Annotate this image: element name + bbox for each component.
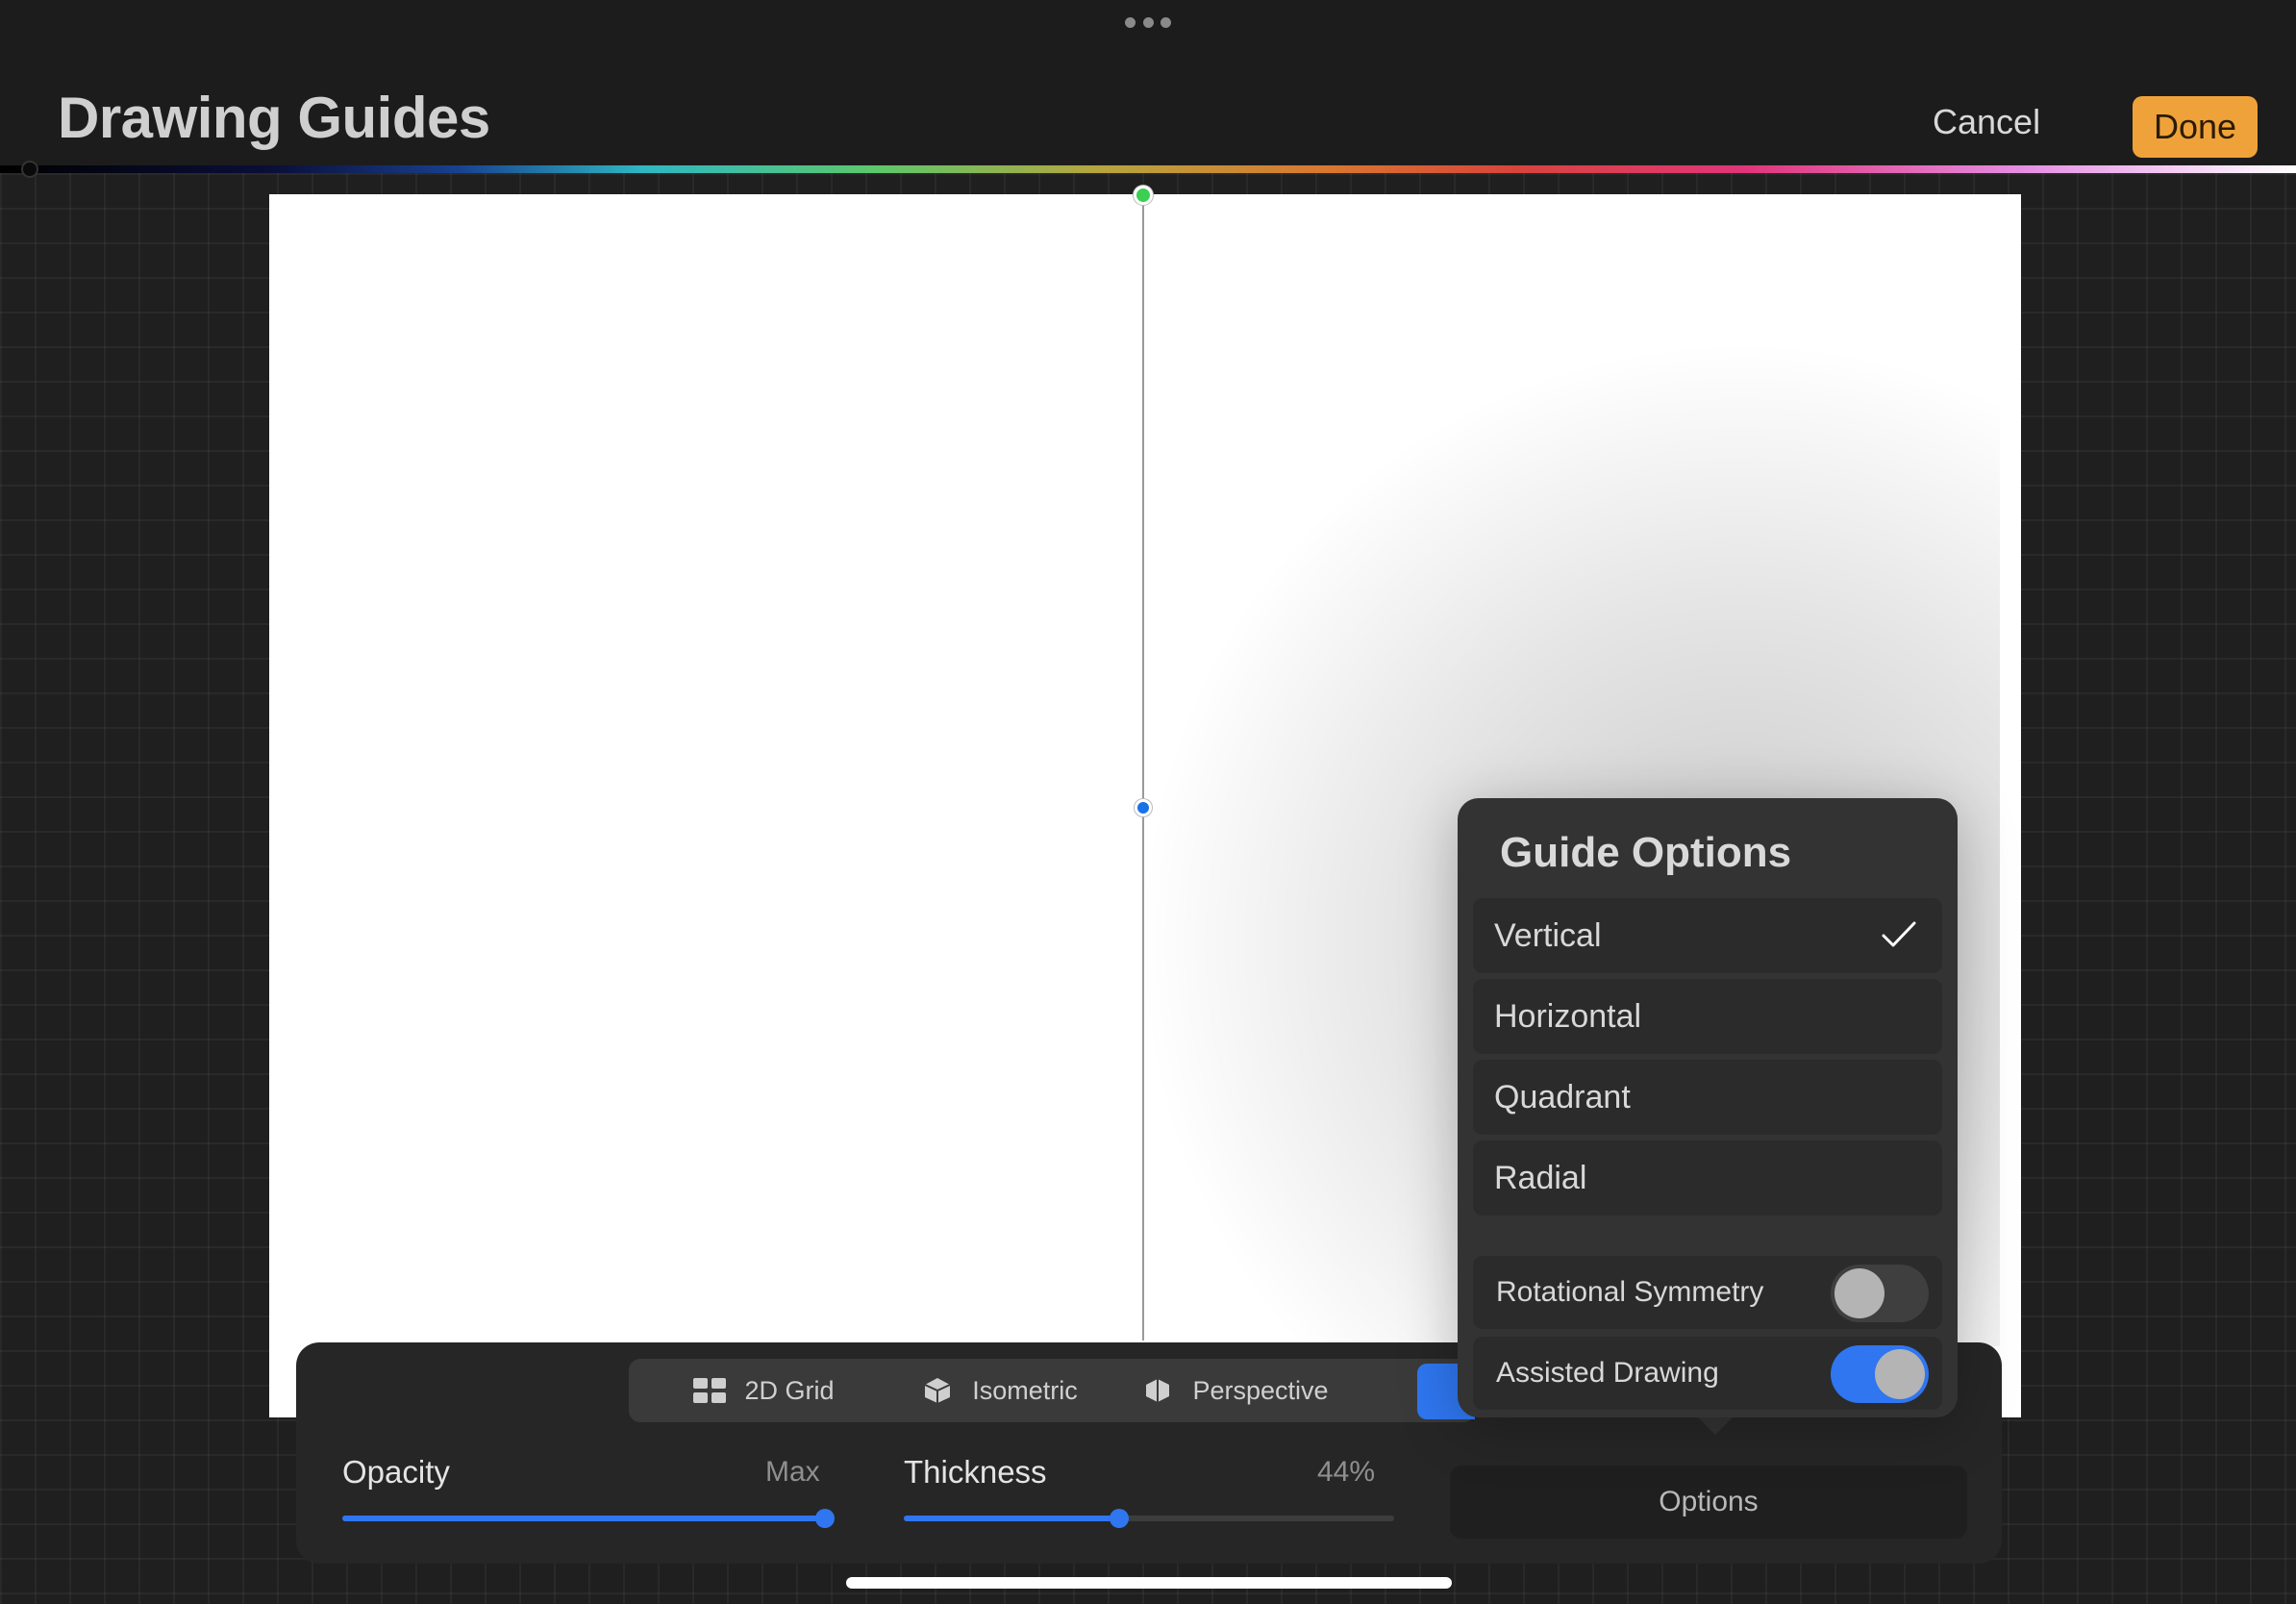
- toggle-label: Assisted Drawing: [1496, 1357, 1719, 1389]
- option-quadrant[interactable]: Quadrant: [1473, 1060, 1942, 1135]
- thickness-slider-fill: [904, 1516, 1120, 1521]
- option-horizontal[interactable]: Horizontal: [1473, 979, 1942, 1054]
- done-button[interactable]: Done: [2133, 96, 2258, 158]
- assisted-drawing-row: Assisted Drawing: [1473, 1337, 1942, 1410]
- option-radial[interactable]: Radial: [1473, 1140, 1942, 1216]
- option-label: Radial: [1494, 1159, 1587, 1196]
- option-vertical[interactable]: Vertical: [1473, 898, 1942, 973]
- rotational-symmetry-row: Rotational Symmetry: [1473, 1256, 1942, 1329]
- color-hue-slider[interactable]: [0, 165, 2296, 173]
- opacity-slider[interactable]: [342, 1509, 835, 1528]
- color-hue-knob[interactable]: [21, 161, 38, 178]
- checkmark-icon: [1882, 921, 1916, 947]
- top-bar: Drawing Guides Cancel Done: [0, 0, 2296, 165]
- cancel-button[interactable]: Cancel: [1933, 102, 2040, 142]
- toggle-label: Rotational Symmetry: [1496, 1276, 1764, 1308]
- assisted-drawing-toggle[interactable]: [1831, 1345, 1929, 1403]
- option-label: Quadrant: [1494, 1078, 1631, 1115]
- guide-center-node[interactable]: [1135, 799, 1152, 816]
- option-label: Vertical: [1494, 916, 1602, 954]
- opacity-slider-knob[interactable]: [815, 1509, 835, 1528]
- cube-icon: [924, 1378, 951, 1403]
- tab-label: Perspective: [1192, 1375, 1329, 1405]
- option-label: Horizontal: [1494, 997, 1642, 1035]
- tab-label: Isometric: [972, 1375, 1078, 1405]
- tab-label: 2D Grid: [744, 1375, 835, 1405]
- hexagon-icon: [1146, 1379, 1170, 1402]
- guide-options-popover: Guide Options Vertical Horizontal Quadra…: [1458, 798, 1958, 1417]
- options-button[interactable]: Options: [1450, 1466, 1967, 1539]
- opacity-value: Max: [765, 1456, 820, 1488]
- thickness-slider[interactable]: [904, 1509, 1394, 1528]
- popover-title: Guide Options: [1500, 829, 1792, 876]
- tab-2d-grid[interactable]: 2D Grid: [648, 1359, 879, 1422]
- thickness-value: 44%: [1317, 1456, 1376, 1488]
- tab-perspective[interactable]: Perspective: [1119, 1359, 1350, 1422]
- grid-icon: [693, 1378, 727, 1403]
- more-options-handle-icon[interactable]: [1125, 17, 1171, 29]
- guide-rotation-node[interactable]: [1134, 186, 1153, 205]
- opacity-slider-fill: [342, 1516, 825, 1521]
- symmetry-guide-line[interactable]: [1142, 194, 1144, 1341]
- tab-isometric[interactable]: Isometric: [879, 1359, 1119, 1422]
- page-title: Drawing Guides: [58, 86, 490, 150]
- rotational-symmetry-toggle[interactable]: [1831, 1265, 1929, 1322]
- home-indicator: [846, 1577, 1452, 1589]
- thickness-label: Thickness: [904, 1454, 1047, 1490]
- opacity-label: Opacity: [342, 1454, 450, 1490]
- guide-type-tabs: 2D Grid Isometric Perspective: [629, 1359, 1475, 1422]
